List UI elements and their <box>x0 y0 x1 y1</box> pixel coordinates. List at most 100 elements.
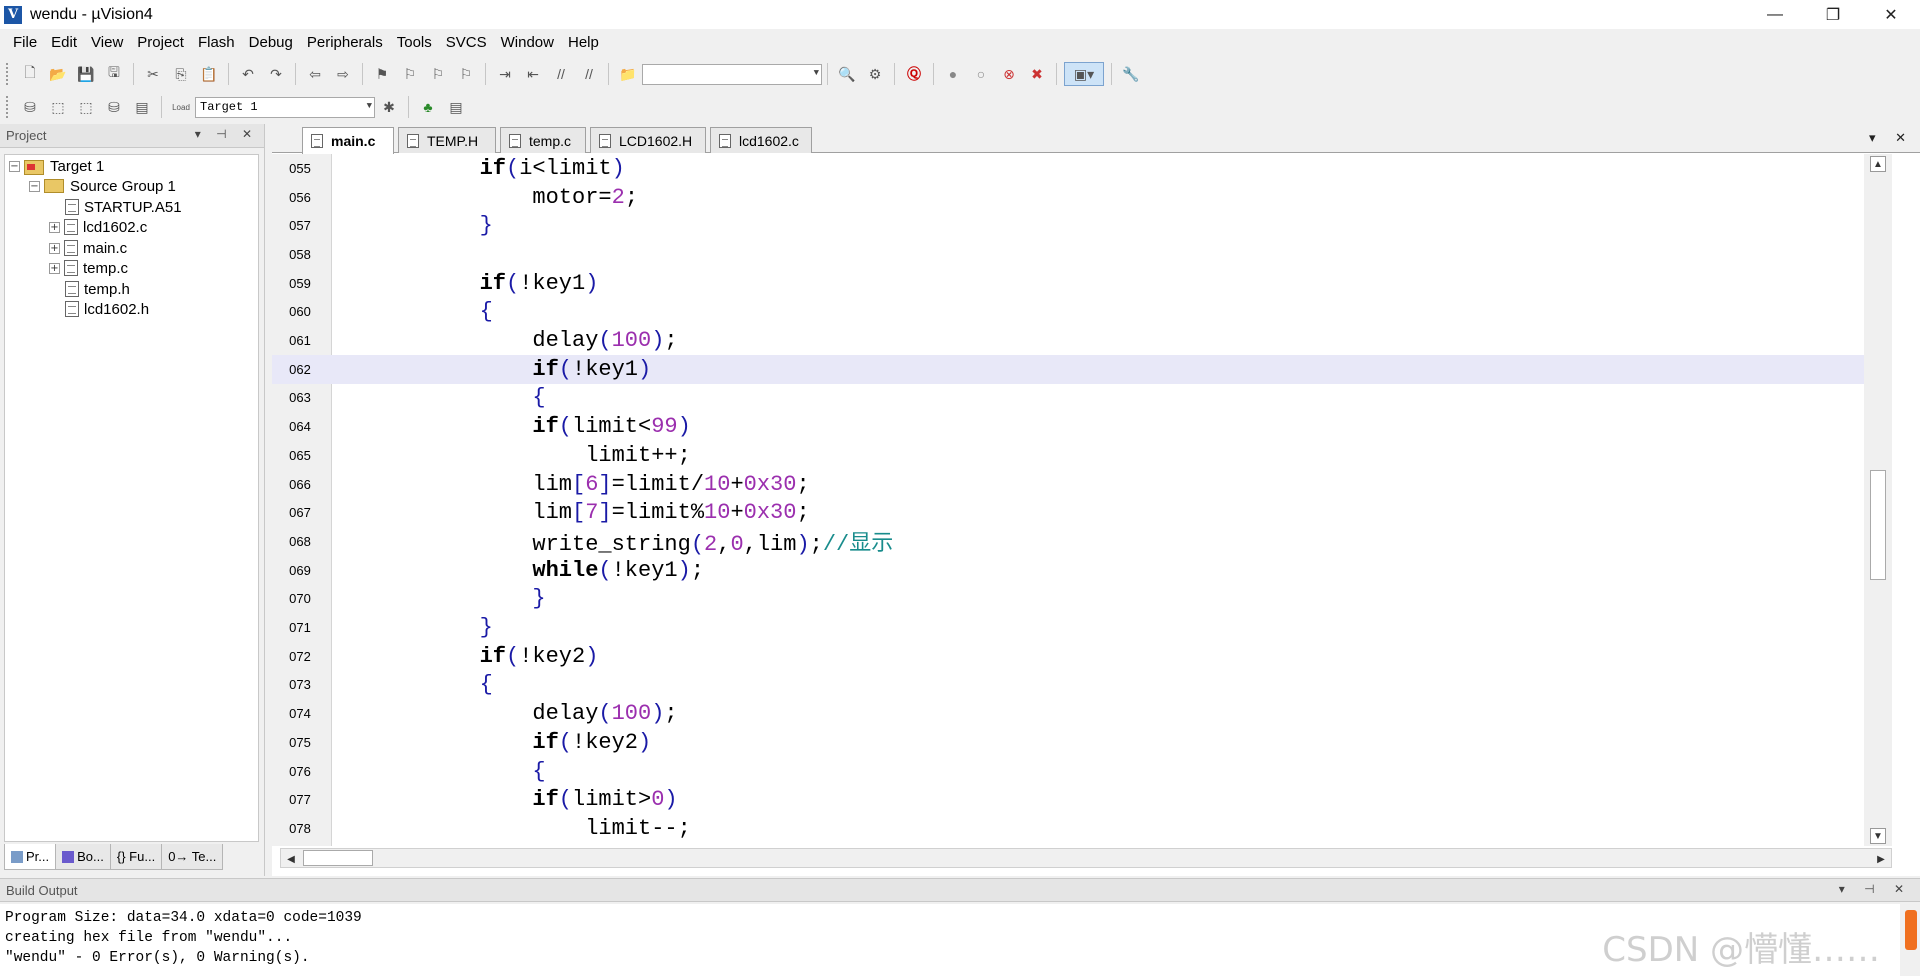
vertical-scrollbar[interactable]: ▲ ▼ <box>1864 154 1892 846</box>
tab-temp-c[interactable]: temp.c <box>500 127 586 153</box>
unindent-icon[interactable]: ⇤ <box>521 62 545 86</box>
new-file-icon[interactable]: 🗋 <box>18 62 42 86</box>
toolbar-grip[interactable] <box>6 63 10 85</box>
load-download-icon[interactable]: Load <box>169 95 193 119</box>
cut-icon[interactable]: ✂ <box>141 62 165 86</box>
code-line[interactable]: 069 while(!key1); <box>272 556 1892 585</box>
comment-icon[interactable]: // <box>549 62 573 86</box>
copy-icon[interactable]: ⎘ <box>169 62 193 86</box>
tree-item-lcd1602-h[interactable]: lcd1602.h <box>65 298 149 320</box>
restore-button[interactable]: ❐ <box>1804 0 1862 29</box>
code-line[interactable]: 057} <box>272 211 1892 240</box>
bookmark-next-icon[interactable]: ⚐ <box>426 62 450 86</box>
code-line[interactable]: 056 motor=2; <box>272 183 1892 212</box>
scroll-left-icon[interactable]: ◀ <box>283 851 299 867</box>
scrollbar-thumb[interactable] <box>1905 910 1917 950</box>
code-area[interactable]: 055 if(i<limit) 056 motor=2; 057} 058 059 if(!k… <box>272 154 1892 846</box>
code-line[interactable]: 077 if(limit>0) <box>272 785 1892 814</box>
target-select[interactable]: Target 1 ▼ <box>195 96 375 118</box>
collapse-icon[interactable]: − <box>29 180 40 192</box>
code-line[interactable]: 074 delay(100); <box>272 699 1892 728</box>
tree-item-temp-h[interactable]: temp.h <box>65 278 130 300</box>
tree-item-target-1[interactable]: − Target 1 <box>9 155 104 177</box>
code-line[interactable]: 064 if(limit<99) <box>272 412 1892 441</box>
build-icon[interactable]: ⬚ <box>46 95 70 119</box>
translate-icon[interactable]: ⛁ <box>18 95 42 119</box>
scrollbar-thumb[interactable] <box>1870 470 1886 580</box>
code-line[interactable]: 058 <box>272 240 1892 269</box>
find-in-files-icon[interactable]: 📁 <box>616 62 640 86</box>
scroll-up-icon[interactable]: ▲ <box>1870 156 1886 172</box>
code-line[interactable]: 063 { <box>272 384 1892 413</box>
code-line[interactable]: 075 if(!key2) <box>272 728 1892 757</box>
code-line[interactable]: 071} <box>272 613 1892 642</box>
incremental-find-icon[interactable]: 🔍 <box>835 62 859 86</box>
rebuild-icon[interactable]: ⬚ <box>74 95 98 119</box>
minimize-button[interactable]: — <box>1746 0 1804 29</box>
code-line[interactable]: 061 delay(100); <box>272 326 1892 355</box>
scroll-right-icon[interactable]: ▶ <box>1873 851 1889 867</box>
scroll-down-icon[interactable]: ▼ <box>1870 828 1886 844</box>
code-line[interactable]: 076 { <box>272 757 1892 786</box>
tree-item-source-group-1[interactable]: − Source Group 1 <box>29 175 176 197</box>
tab-lcd1602-c[interactable]: lcd1602.c <box>710 127 812 153</box>
target-options-icon[interactable]: ✱ <box>377 95 401 119</box>
chevron-down-icon[interactable]: ▼ <box>814 68 819 78</box>
batch-build-icon[interactable]: ⛁ <box>102 95 126 119</box>
find-combo[interactable]: ▼ <box>642 63 822 85</box>
expand-icon[interactable]: + <box>49 242 60 254</box>
stop-build-icon[interactable]: ▤ <box>130 95 154 119</box>
menu-file[interactable]: File <box>6 29 44 57</box>
code-line[interactable]: 078 limit--; <box>272 814 1892 843</box>
code-line[interactable]: 065 limit++; <box>272 441 1892 470</box>
enable-breakpoint-icon[interactable]: ○ <box>969 62 993 86</box>
tree-item-lcd1602-c[interactable]: + lcd1602.c <box>49 216 147 238</box>
editor-tab-controls[interactable]: ▾ ✕ <box>1869 130 1914 146</box>
window-layout-icon[interactable]: ▣▾ <box>1064 62 1104 86</box>
tab-templates[interactable]: 0→ Te... <box>161 844 224 870</box>
save-icon[interactable]: 💾 <box>74 62 98 86</box>
manage-components-icon[interactable]: ♣ <box>416 95 440 119</box>
tree-item-startup-a51[interactable]: STARTUP.A51 <box>65 196 182 218</box>
code-line[interactable]: 055 if(i<limit) <box>272 154 1892 183</box>
tree-item-main-c[interactable]: + main.c <box>49 237 127 259</box>
kill-breakpoints-icon[interactable]: ✖ <box>1025 62 1049 86</box>
code-line[interactable]: 070} <box>272 585 1892 614</box>
paste-icon[interactable]: 📋 <box>197 62 221 86</box>
tab-temp-h[interactable]: TEMP.H <box>398 127 496 153</box>
manage-multi-project-icon[interactable]: ▤ <box>444 95 468 119</box>
tab-main-c[interactable]: main.c <box>302 127 394 154</box>
build-output-scrollbar[interactable] <box>1902 904 1920 976</box>
code-line[interactable]: 072 if(!key2) <box>272 642 1892 671</box>
uncomment-icon[interactable]: // <box>577 62 601 86</box>
menu-edit[interactable]: Edit <box>44 29 84 57</box>
tab-lcd1602-h[interactable]: LCD1602.H <box>590 127 706 153</box>
bookmark-toggle-icon[interactable]: ⚑ <box>370 62 394 86</box>
navigate-forward-icon[interactable]: ⇨ <box>331 62 355 86</box>
code-line[interactable]: 062 if(!key1) <box>272 354 1892 384</box>
menu-tools[interactable]: Tools <box>390 29 439 57</box>
debug-session-icon[interactable]: Ⓠ <box>902 62 926 86</box>
horizontal-scrollbar[interactable]: ◀ ▶ <box>280 848 1892 868</box>
menu-view[interactable]: View <box>84 29 130 57</box>
menu-svcs[interactable]: SVCS <box>439 29 494 57</box>
toolbar-grip[interactable] <box>6 96 10 118</box>
tab-functions[interactable]: {} Fu... <box>109 844 163 870</box>
code-line[interactable]: 068 write_string(2,0,lim);//显示 <box>272 527 1892 557</box>
code-line[interactable]: 066 lim[6]=limit/10+0x30; <box>272 470 1892 499</box>
menu-window[interactable]: Window <box>494 29 561 57</box>
menu-help[interactable]: Help <box>561 29 606 57</box>
menu-debug[interactable]: Debug <box>242 29 300 57</box>
tab-project[interactable]: Pr... <box>4 844 57 870</box>
insert-breakpoint-icon[interactable]: ● <box>941 62 965 86</box>
tab-books[interactable]: Bo... <box>55 844 111 870</box>
panel-controls[interactable]: ▾ ⊣ ✕ <box>195 127 258 141</box>
expand-icon[interactable]: + <box>49 221 60 233</box>
code-line[interactable]: 073 { <box>272 671 1892 700</box>
code-line[interactable]: 067 lim[7]=limit%10+0x30; <box>272 498 1892 527</box>
bookmark-prev-icon[interactable]: ⚐ <box>398 62 422 86</box>
undo-icon[interactable]: ↶ <box>236 62 260 86</box>
navigate-back-icon[interactable]: ⇦ <box>303 62 327 86</box>
menu-flash[interactable]: Flash <box>191 29 242 57</box>
save-all-icon[interactable]: 🖫 <box>102 62 126 86</box>
